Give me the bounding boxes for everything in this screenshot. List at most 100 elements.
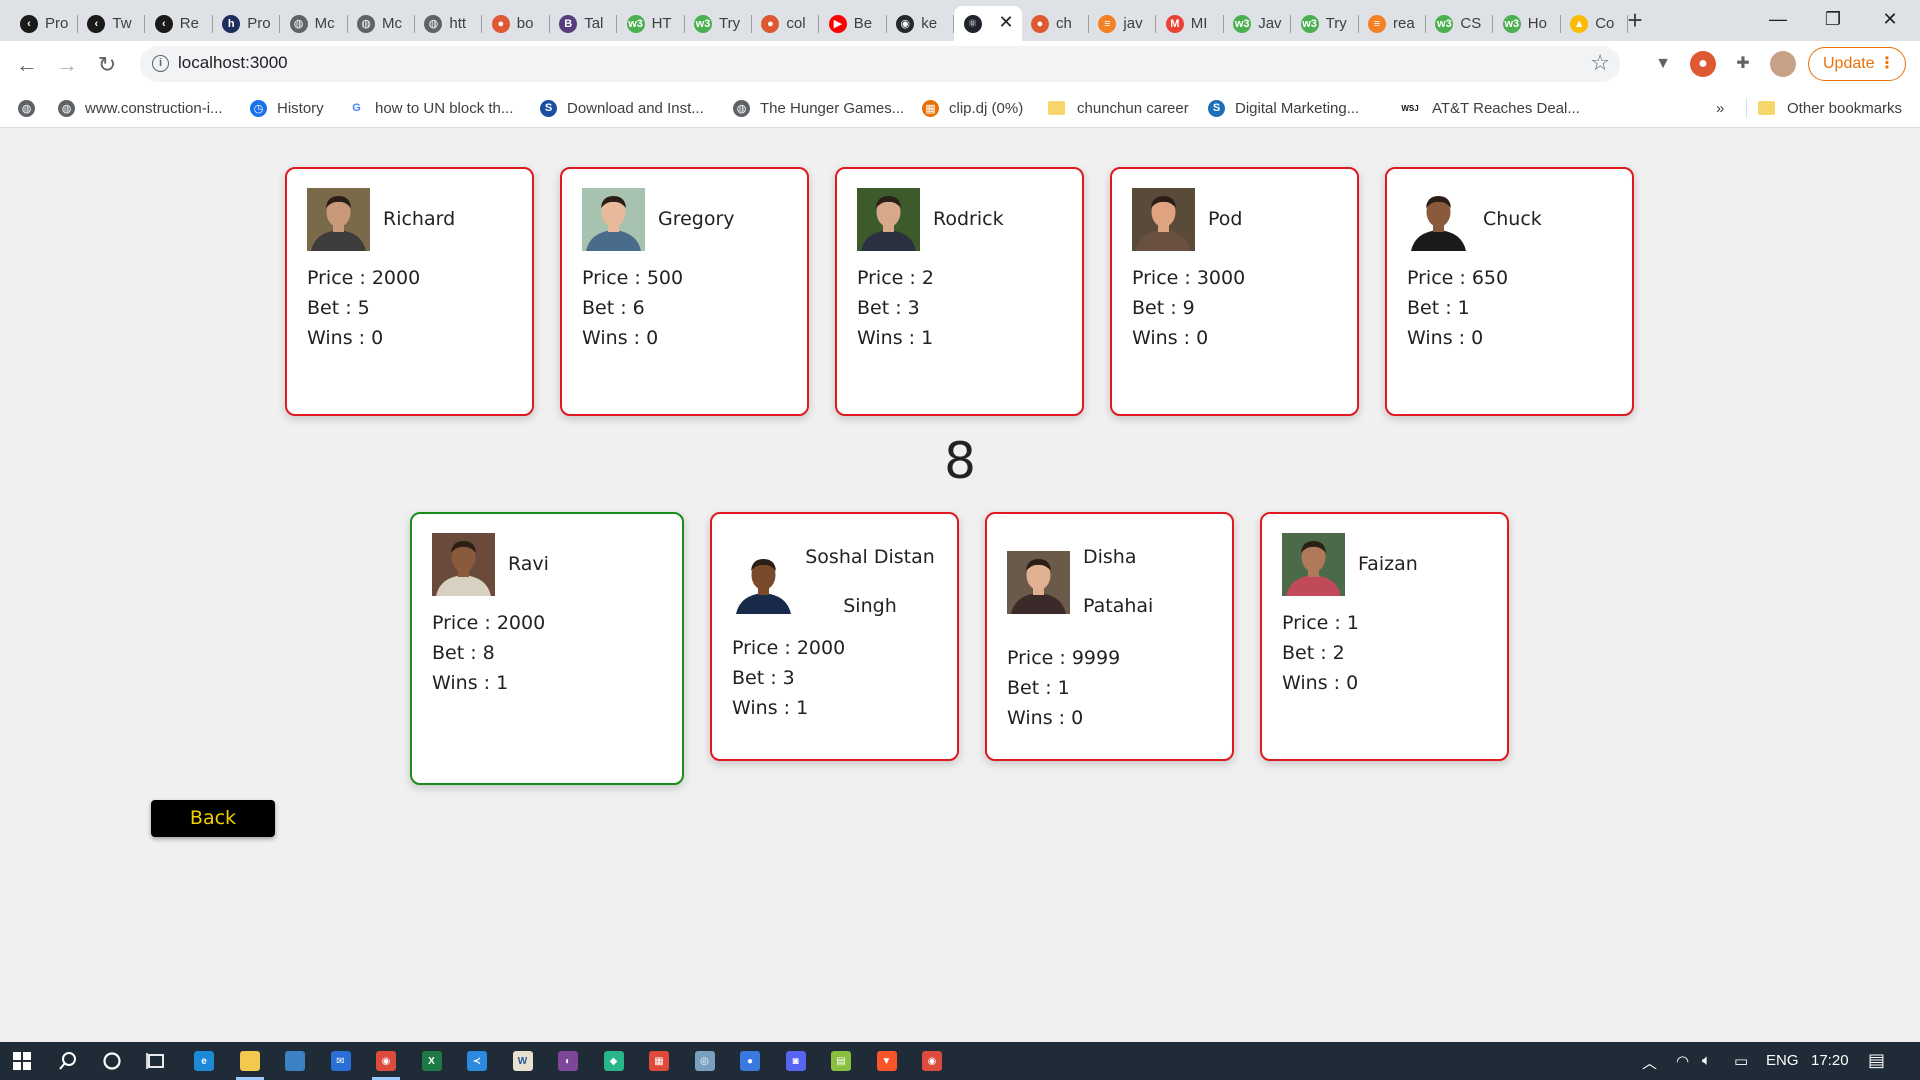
clock[interactable]: 17:20 — [1811, 1052, 1849, 1069]
brave-taskbar-icon[interactable]: ▼ — [869, 1046, 905, 1076]
tor-taskbar-icon[interactable]: ◐ — [550, 1046, 586, 1076]
bookmark-label: www.construction-i... — [85, 99, 223, 117]
app-taskbar-icon[interactable]: ▦ — [641, 1046, 677, 1076]
bookmark-item[interactable]: WSJ AT&T Reaches Deal... — [1398, 96, 1580, 120]
bookmark-item[interactable]: ◍ — [18, 96, 45, 120]
chrome-taskbar-icon[interactable]: ◉ — [368, 1046, 404, 1080]
browser-tab[interactable]: ◍ htt — [414, 6, 483, 41]
task-view-icon[interactable] — [138, 1046, 174, 1076]
close-tab-icon[interactable]: ✕ — [999, 12, 1014, 33]
reload-icon[interactable]: ↻ — [92, 50, 122, 80]
update-button[interactable]: Update ⋮ — [1808, 47, 1906, 81]
site-info-icon[interactable]: i — [152, 55, 169, 72]
browser-tab[interactable]: ‹ Pro — [10, 6, 78, 41]
bookmark-item[interactable]: ◷ History — [250, 96, 324, 120]
player-header: Ravi — [432, 533, 662, 596]
browser-tab[interactable]: B Tal — [549, 6, 618, 41]
back-button[interactable]: Back — [151, 800, 275, 837]
browser-tab[interactable]: ‹ Tw — [77, 6, 146, 41]
browser-tab[interactable]: ◉ ke — [886, 6, 955, 41]
bookmark-item[interactable]: S Digital Marketing... — [1208, 96, 1359, 120]
app-taskbar-icon[interactable]: ◎ — [687, 1046, 723, 1076]
bookmark-item[interactable]: chunchun career — [1048, 96, 1189, 120]
browser-tab[interactable]: ◍ Mc — [347, 6, 415, 41]
browser-tab[interactable]: ● col — [751, 6, 820, 41]
bookmark-item[interactable]: ▦ clip.dj (0%) — [922, 96, 1023, 120]
app-taskbar-icon[interactable]: ◆ — [596, 1046, 632, 1076]
minimize-button[interactable]: — — [1748, 0, 1808, 40]
url-text[interactable]: localhost:3000 — [178, 53, 288, 73]
browser-tab[interactable]: h Pro — [212, 6, 281, 41]
browser-tab[interactable]: w3 Jav — [1223, 6, 1292, 41]
browser-tab[interactable]: w3 HT — [617, 6, 685, 41]
browser-tab[interactable]: ≡ rea — [1358, 6, 1426, 41]
bookmark-item[interactable]: ◍ www.construction-i... — [58, 96, 223, 120]
explorer-taskbar-icon[interactable] — [232, 1046, 268, 1080]
wifi-icon[interactable]: ◠ — [1676, 1052, 1689, 1070]
browser-tab[interactable]: ● bo — [482, 6, 550, 41]
player-stats: Price : 2000 Bet : 8 Wins : 1 — [432, 608, 662, 698]
browser-tab[interactable]: w3 CS — [1425, 6, 1494, 41]
windows-start-icon[interactable] — [4, 1046, 40, 1076]
battery-icon[interactable]: ▭ — [1734, 1052, 1748, 1070]
player-price: Price : 9999 — [1007, 647, 1121, 669]
search-icon[interactable] — [50, 1046, 86, 1076]
maximize-button[interactable]: ❐ — [1803, 0, 1863, 40]
excel-taskbar-icon[interactable]: X — [414, 1046, 450, 1076]
language-indicator[interactable]: ENG — [1766, 1052, 1799, 1069]
bookmark-label: The Hunger Games... — [760, 99, 905, 117]
menu-dots-icon[interactable]: ⋮ — [1879, 48, 1895, 80]
notepad-taskbar-icon[interactable]: ▤ — [823, 1046, 859, 1076]
word-taskbar-icon[interactable]: W — [505, 1046, 541, 1076]
duckduckgo-extension-icon[interactable]: ● — [1690, 51, 1716, 77]
cortana-icon[interactable] — [94, 1046, 130, 1076]
vscode-taskbar-icon[interactable]: ≺ — [459, 1046, 495, 1076]
address-bar[interactable]: i localhost:3000 ☆ — [140, 46, 1620, 82]
tab-label: rea — [1393, 15, 1415, 32]
bookmark-star-icon[interactable]: ☆ — [1590, 50, 1610, 76]
store-taskbar-icon[interactable] — [277, 1046, 313, 1076]
browser-tab[interactable]: M MI — [1156, 6, 1224, 41]
notifications-icon[interactable]: ▤ — [1868, 1050, 1885, 1071]
close-window-button[interactable]: ✕ — [1860, 0, 1920, 40]
chrome-icon: ◉ — [376, 1051, 396, 1071]
browser-tab[interactable]: ◍ Mc — [280, 6, 348, 41]
mail-taskbar-icon[interactable]: ✉ — [323, 1046, 359, 1076]
browser-tab[interactable]: ≡ jav — [1088, 6, 1157, 41]
other-bookmarks[interactable]: Other bookmarks — [1758, 96, 1902, 120]
bookmark-item[interactable]: S Download and Inst... — [540, 96, 704, 120]
player-bet: Bet : 8 — [432, 642, 495, 664]
bookmark-label: clip.dj (0%) — [949, 99, 1024, 117]
profile-avatar[interactable] — [1770, 51, 1796, 77]
tray-chevron-icon[interactable]: ︿ — [1642, 1052, 1657, 1073]
player-bet: Bet : 3 — [732, 667, 795, 689]
volume-icon[interactable]: 🔈︎ — [1702, 1052, 1711, 1069]
back-arrow-icon[interactable]: ← — [12, 50, 42, 80]
browser-tab[interactable]: w3 Try — [684, 6, 752, 41]
app-taskbar-icon[interactable]: ● — [732, 1046, 768, 1076]
bookmark-item[interactable]: ◍ The Hunger Games... — [733, 96, 904, 120]
browser-tab[interactable]: ▲ Co — [1560, 6, 1629, 41]
browser-tab[interactable]: w3 Try — [1291, 6, 1359, 41]
tab-favicon-icon: w3 — [1502, 14, 1521, 33]
bookmark-item[interactable]: Ghow to UN block th... — [348, 96, 513, 120]
explorer-icon — [239, 1051, 260, 1071]
player-wins: Wins : 0 — [1132, 327, 1209, 349]
bookmarks-overflow[interactable]: » — [1716, 96, 1724, 120]
extension-shield-icon[interactable]: ▼ — [1650, 51, 1676, 77]
edge-taskbar-icon[interactable]: e — [186, 1046, 222, 1076]
forward-arrow-icon[interactable]: → — [52, 50, 82, 80]
chrome-taskbar-icon[interactable]: ◉ — [914, 1046, 950, 1076]
discord-taskbar-icon[interactable]: ◙ — [778, 1046, 814, 1076]
browser-tab[interactable]: ▶ Be — [819, 6, 887, 41]
browser-tab[interactable]: ‹ Re — [145, 6, 213, 41]
tab-separator — [1627, 15, 1629, 33]
browser-tab[interactable]: ⚛ ✕ — [953, 6, 1022, 41]
overflow-chevron-icon[interactable]: » — [1716, 100, 1724, 117]
extensions-puzzle-icon[interactable]: ✚ — [1730, 51, 1756, 77]
browser-tab[interactable]: w3 Ho — [1493, 6, 1561, 41]
player-name: Richard — [383, 208, 456, 230]
clip-icon: ▦ — [922, 99, 939, 117]
update-label: Update — [1823, 55, 1875, 72]
browser-tab[interactable]: ● ch — [1021, 6, 1089, 41]
